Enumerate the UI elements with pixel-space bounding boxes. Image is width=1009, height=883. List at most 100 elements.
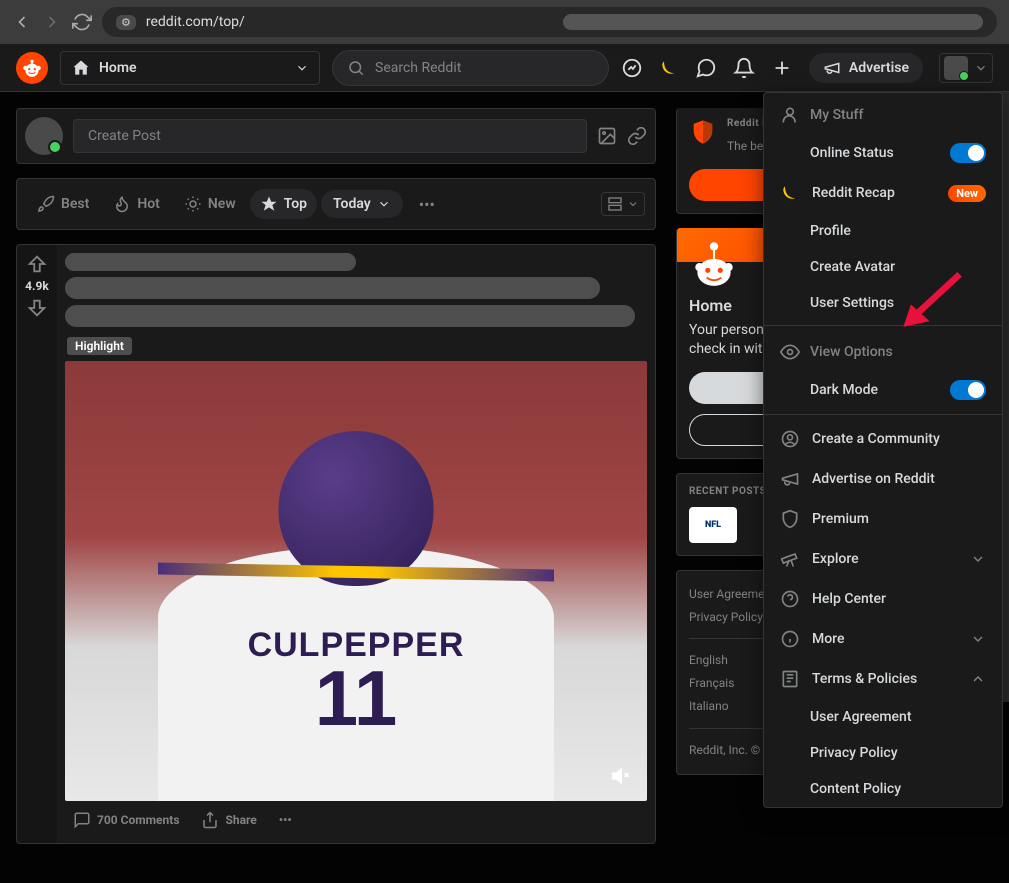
vote-column: 4.9k: [17, 245, 57, 843]
megaphone-icon: [823, 59, 841, 77]
new-badge: New: [948, 185, 986, 202]
star-icon: [184, 195, 202, 213]
view-toggle[interactable]: [601, 192, 645, 216]
highlight-tag: Highlight: [67, 337, 132, 355]
menu-premium[interactable]: Premium: [764, 499, 1002, 539]
site-info-icon[interactable]: ⚙: [116, 15, 136, 30]
lang-link[interactable]: Italiano: [689, 695, 729, 718]
advertise-button[interactable]: Advertise: [809, 53, 923, 83]
rocket-icon: [37, 195, 55, 213]
megaphone-icon: [780, 469, 800, 489]
advertise-label: Advertise: [849, 60, 909, 76]
shield-icon: [780, 509, 800, 529]
home-icon: [71, 58, 91, 78]
telescope-icon: [780, 549, 800, 569]
lang-link[interactable]: Français: [689, 672, 734, 695]
menu-advertise[interactable]: Advertise on Reddit: [764, 459, 1002, 499]
menu-terms-policies[interactable]: Terms & Policies: [764, 659, 1002, 699]
shield-icon: [689, 118, 717, 146]
user-avatar[interactable]: [25, 117, 63, 155]
lang-link[interactable]: English: [689, 649, 728, 672]
bell-icon[interactable]: [733, 57, 755, 79]
jersey-number: 11: [315, 665, 397, 731]
recent-post-thumb[interactable]: NFL: [689, 507, 737, 543]
comments-button[interactable]: 700 Comments: [67, 807, 185, 833]
menu-profile[interactable]: Profile: [764, 213, 1002, 249]
document-icon: [780, 669, 800, 689]
back-icon[interactable]: [12, 12, 32, 32]
chevron-down-icon: [970, 551, 986, 567]
user-dropdown-menu: My Stuff Online Status Reddit Recap New …: [763, 92, 1003, 808]
vote-count: 4.9k: [25, 279, 49, 293]
menu-online-status[interactable]: Online Status: [764, 133, 1002, 173]
image-icon[interactable]: [597, 126, 617, 146]
url-redacted: [563, 14, 983, 30]
chevron-down-icon: [974, 61, 988, 75]
chat-icon[interactable]: [695, 57, 717, 79]
reload-icon[interactable]: [72, 12, 92, 32]
chevron-up-icon: [970, 671, 986, 687]
create-post-bar: Create Post: [16, 108, 656, 164]
sort-more-icon[interactable]: •••: [411, 191, 443, 218]
section-my-stuff: My Stuff: [764, 93, 1002, 133]
sort-new[interactable]: New: [174, 189, 246, 219]
menu-content-policy[interactable]: Content Policy: [764, 771, 1002, 807]
popular-icon[interactable]: [621, 57, 643, 79]
sort-today-dropdown[interactable]: Today: [321, 190, 403, 218]
toggle-on-icon[interactable]: [950, 143, 986, 163]
post-actions: 700 Comments Share •••: [65, 801, 647, 835]
main-column: Create Post Best Hot New Top Today ••• 4…: [16, 108, 656, 844]
url-text: reddit.com/top/: [146, 14, 245, 30]
post-redacted-line: [65, 277, 600, 299]
link-icon[interactable]: [627, 126, 647, 146]
menu-create-community[interactable]: Create a Community: [764, 419, 1002, 459]
chevron-down-icon: [295, 61, 309, 75]
search-input[interactable]: Search Reddit: [332, 50, 609, 86]
create-post-input[interactable]: Create Post: [73, 119, 587, 153]
menu-help-center[interactable]: Help Center: [764, 579, 1002, 619]
post-media[interactable]: CULPEPPER 11: [65, 361, 647, 801]
post-redacted-line: [65, 305, 635, 327]
flame-icon: [113, 195, 131, 213]
menu-user-agreement[interactable]: User Agreement: [764, 699, 1002, 735]
search-icon: [347, 59, 365, 77]
menu-create-avatar[interactable]: Create Avatar: [764, 249, 1002, 285]
chevron-down-icon: [970, 631, 986, 647]
banana-icon[interactable]: [659, 58, 679, 78]
sort-top[interactable]: Top: [250, 189, 317, 219]
post-body: Highlight CULPEPPER 11 700 Comments Shar…: [57, 245, 655, 843]
eye-icon: [780, 342, 800, 362]
sort-best[interactable]: Best: [27, 189, 99, 219]
sort-bar: Best Hot New Top Today •••: [16, 178, 656, 230]
share-icon: [201, 811, 219, 829]
section-view-options: View Options: [764, 330, 1002, 370]
comment-icon: [73, 811, 91, 829]
upvote-icon[interactable]: [26, 253, 48, 275]
menu-explore[interactable]: Explore: [764, 539, 1002, 579]
toggle-on-icon[interactable]: [950, 380, 986, 400]
home-label: Home: [99, 60, 137, 76]
avatar-icon: [944, 56, 968, 80]
share-button[interactable]: Share: [195, 807, 262, 833]
plus-icon[interactable]: [771, 57, 793, 79]
menu-more[interactable]: More: [764, 619, 1002, 659]
info-icon: [780, 629, 800, 649]
top-icon: [260, 195, 278, 213]
menu-privacy-policy[interactable]: Privacy Policy: [764, 735, 1002, 771]
header-icon-group: Advertise: [621, 53, 993, 83]
menu-reddit-recap[interactable]: Reddit Recap New: [764, 173, 1002, 213]
forward-icon[interactable]: [42, 12, 62, 32]
help-icon: [780, 589, 800, 609]
menu-dark-mode[interactable]: Dark Mode: [764, 370, 1002, 410]
banana-icon: [780, 183, 800, 203]
home-selector[interactable]: Home: [60, 51, 320, 85]
downvote-icon[interactable]: [26, 297, 48, 319]
post-more-icon[interactable]: •••: [273, 809, 298, 831]
volume-muted-icon[interactable]: [611, 765, 633, 787]
user-menu-button[interactable]: [939, 53, 993, 83]
sort-hot[interactable]: Hot: [103, 189, 170, 219]
url-bar[interactable]: ⚙ reddit.com/top/: [102, 7, 997, 37]
menu-user-settings[interactable]: User Settings: [764, 285, 1002, 321]
browser-toolbar: ⚙ reddit.com/top/: [0, 0, 1009, 44]
reddit-logo-icon[interactable]: [16, 52, 48, 84]
